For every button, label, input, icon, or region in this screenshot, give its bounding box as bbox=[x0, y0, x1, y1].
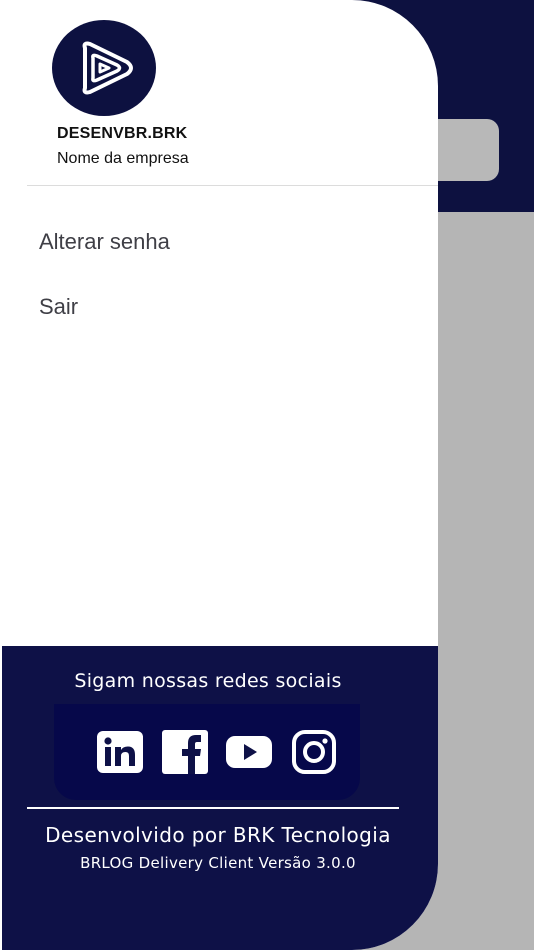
social-title: Sigam nossas redes sociais bbox=[74, 670, 342, 692]
linkedin-icon[interactable] bbox=[96, 729, 144, 775]
developer-credit: Desenvolvido por BRK Tecnologia bbox=[45, 823, 391, 847]
drawer-footer: Sigam nossas redes sociais Desenvolvido … bbox=[2, 646, 438, 950]
header-divider bbox=[27, 185, 438, 186]
facebook-icon[interactable] bbox=[161, 729, 209, 775]
youtube-icon[interactable] bbox=[225, 729, 273, 775]
instagram-icon[interactable] bbox=[290, 729, 338, 775]
user-name: DESENVBR.BRK bbox=[57, 125, 188, 142]
app-version: BRLOG Delivery Client Versão 3.0.0 bbox=[80, 854, 356, 872]
menu-item-logout[interactable]: Sair bbox=[39, 285, 419, 329]
brand-logo-icon bbox=[82, 41, 133, 95]
navigation-drawer: DESENVBR.BRK Nome da empresa Alterar sen… bbox=[0, 0, 438, 950]
footer-divider bbox=[27, 807, 399, 809]
menu-item-change-password[interactable]: Alterar senha bbox=[39, 220, 419, 264]
company-name: Nome da empresa bbox=[57, 150, 189, 167]
company-logo bbox=[52, 20, 156, 116]
